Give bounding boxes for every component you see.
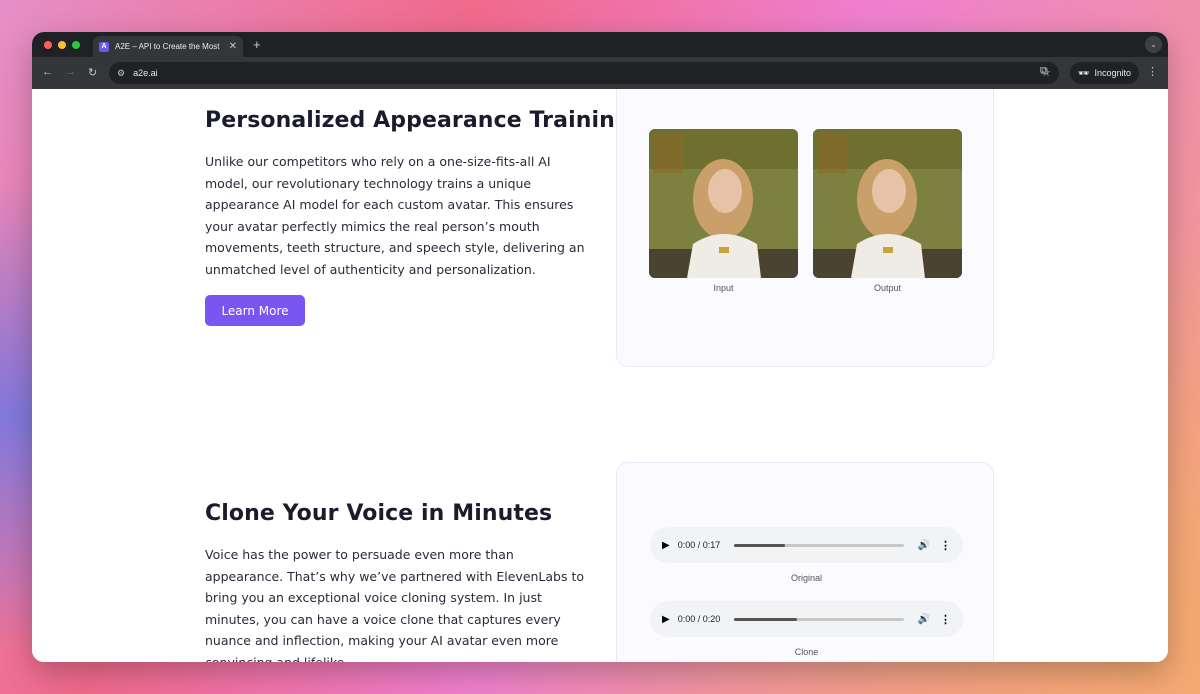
appearance-section-body: Unlike our competitors who rely on a one… <box>205 154 585 277</box>
audio-player-original[interactable]: ▶ 0:00 / 0:17 🔊 ⋮ <box>650 527 963 563</box>
back-icon[interactable]: ← <box>42 66 53 78</box>
audio-progress-fill <box>734 617 797 621</box>
minimize-window-button[interactable] <box>58 41 66 49</box>
voice-section-title: Clone Your Voice in Minutes <box>205 501 553 526</box>
reload-icon[interactable]: ↻ <box>88 66 97 79</box>
maximize-window-button[interactable] <box>72 41 80 49</box>
browser-window: A A2E – API to Create the Most ✕ + ⌄ ← →… <box>32 32 1168 662</box>
output-image <box>813 129 962 278</box>
url-text: a2e.ai <box>133 68 158 78</box>
incognito-label: Incognito <box>1094 68 1131 78</box>
new-tab-icon[interactable]: + <box>253 37 261 52</box>
audio-progress-track[interactable] <box>734 617 904 621</box>
volume-icon[interactable]: 🔊 <box>918 540 930 551</box>
incognito-icon: 🕶 <box>1078 67 1090 78</box>
forward-icon[interactable]: → <box>65 66 76 78</box>
clone-caption: Clone <box>794 647 819 657</box>
address-bar[interactable]: ⚙ a2e.ai ☆ <box>109 62 1059 84</box>
close-window-button[interactable] <box>44 41 52 49</box>
input-image <box>649 129 798 278</box>
favicon-icon: A <box>99 41 109 52</box>
browser-menu-icon[interactable]: ⋮ <box>1147 65 1158 78</box>
voice-section-body: Voice has the power to persuade even mor… <box>205 547 585 662</box>
output-caption: Output <box>873 283 902 293</box>
audio-time: 0:00 / 0:17 <box>677 540 721 550</box>
web-page: Personalized Appearance Training Unlike … <box>32 89 1168 662</box>
audio-progress-fill <box>734 543 786 547</box>
volume-icon[interactable]: 🔊 <box>918 614 930 625</box>
appearance-section-title: Personalized Appearance Training <box>205 108 631 133</box>
tab-search-icon[interactable]: ⌄ <box>1145 36 1162 53</box>
play-icon[interactable]: ▶ <box>662 540 670 551</box>
incognito-indicator[interactable]: 🕶 Incognito <box>1070 62 1139 84</box>
appearance-demo-card: Input Output <box>616 89 994 367</box>
tab-title: A2E – API to Create the Most <box>115 42 220 51</box>
browser-tab[interactable]: A A2E – API to Create the Most ✕ <box>93 36 243 57</box>
audio-progress-track[interactable] <box>734 543 904 547</box>
more-options-icon[interactable]: ⋮ <box>940 539 951 552</box>
learn-more-button[interactable]: Learn More <box>205 295 305 326</box>
voice-demo-card: ▶ 0:00 / 0:17 🔊 ⋮ Original ▶ 0:00 / 0:20… <box>616 462 994 662</box>
extensions-icon[interactable]: ⧉ <box>1040 65 1048 78</box>
browser-toolbar: ← → ↻ ⚙ a2e.ai ☆ ⧉ 🕶 Incognito ⋮ <box>32 57 1168 89</box>
tab-strip: A A2E – API to Create the Most ✕ + ⌄ <box>32 32 1168 57</box>
input-caption: Input <box>713 283 734 293</box>
more-options-icon[interactable]: ⋮ <box>940 613 951 626</box>
audio-time: 0:00 / 0:20 <box>677 614 721 624</box>
play-icon[interactable]: ▶ <box>662 614 670 625</box>
site-settings-icon[interactable]: ⚙ <box>117 68 125 79</box>
window-controls <box>44 41 80 49</box>
audio-player-clone[interactable]: ▶ 0:00 / 0:20 🔊 ⋮ <box>650 601 963 637</box>
original-caption: Original <box>790 573 822 583</box>
close-tab-icon[interactable]: ✕ <box>229 41 237 52</box>
